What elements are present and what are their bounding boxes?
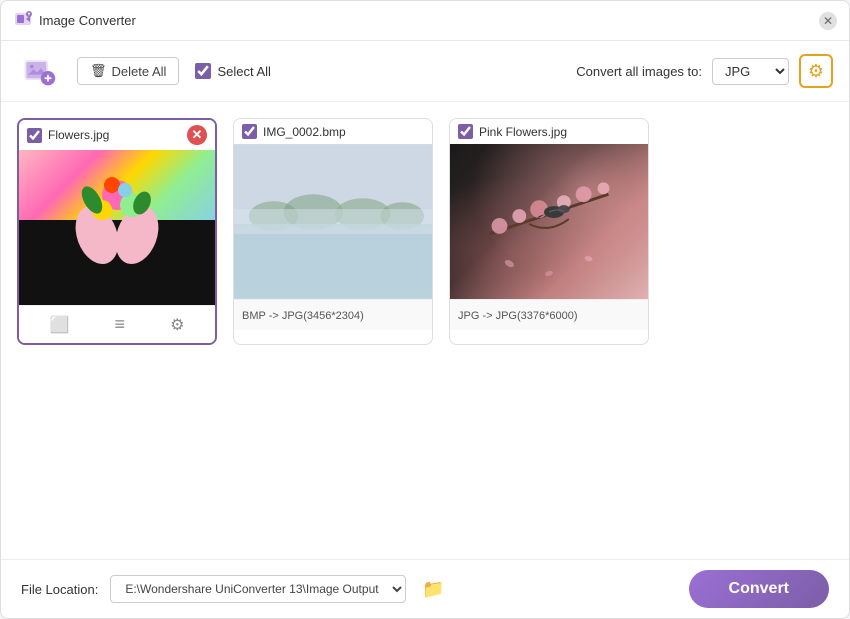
app-icon — [13, 9, 33, 32]
folder-icon: 📁 — [422, 579, 444, 600]
card-checkbox-pink[interactable] — [458, 124, 473, 139]
adjust-action[interactable]: ≡ — [109, 312, 132, 337]
card-title-flowers: Flowers.jpg — [48, 128, 181, 142]
card-title-bmp: IMG_0002.bmp — [263, 125, 424, 139]
delete-all-button[interactable]: 🗑 Delete All — [77, 57, 179, 85]
file-path-select[interactable]: E:\Wondershare UniConverter 13\Image Out… — [110, 575, 406, 603]
main-content: Flowers.jpg ✕ — [1, 102, 849, 559]
select-all-label: Select All — [217, 64, 270, 79]
card-header-bmp: IMG_0002.bmp — [234, 119, 432, 144]
app-window: Image Converter ✕ 🗑 Delete All Select Al… — [0, 0, 850, 619]
card-delete-flowers[interactable]: ✕ — [187, 125, 207, 145]
footer: File Location: E:\Wondershare UniConvert… — [1, 559, 849, 618]
image-card-pink: Pink Flowers.jpg — [449, 118, 649, 345]
card-image-bmp — [234, 144, 432, 299]
title-bar: Image Converter ✕ — [1, 1, 849, 41]
card-conversion-bmp: BMP -> JPG(3456*2304) — [242, 310, 364, 322]
format-select[interactable]: JPG PNG BMP TIFF WEBP GIF — [712, 58, 789, 85]
toolbar: 🗑 Delete All Select All Convert all imag… — [1, 41, 849, 102]
card-title-pink: Pink Flowers.jpg — [479, 125, 640, 139]
card-header-flowers: Flowers.jpg ✕ — [19, 120, 215, 150]
settings-action[interactable]: ⚙ — [164, 313, 190, 337]
open-folder-button[interactable]: 📁 — [418, 574, 448, 604]
delete-all-label: Delete All — [112, 64, 167, 79]
card-image-flowers — [19, 150, 215, 305]
toolbar-right: Convert all images to: JPG PNG BMP TIFF … — [576, 54, 833, 88]
card-info-bmp: BMP -> JPG(3456*2304) — [234, 299, 432, 330]
settings-button[interactable]: ⚙ — [799, 54, 833, 88]
gear-icon: ⚙ — [808, 61, 824, 82]
image-card-bmp: IMG_0002.bmp — [233, 118, 433, 345]
card-checkbox-flowers[interactable] — [27, 128, 42, 143]
card-info-pink: JPG -> JPG(3376*6000) — [450, 299, 648, 330]
add-image-button[interactable] — [17, 49, 61, 93]
card-image-pink — [450, 144, 648, 299]
trash-icon: 🗑 — [90, 63, 107, 79]
crop-action[interactable]: ⬜ — [44, 313, 76, 337]
images-grid: Flowers.jpg ✕ — [17, 118, 833, 345]
convert-button[interactable]: Convert — [689, 570, 829, 608]
image-card-flowers: Flowers.jpg ✕ — [17, 118, 217, 345]
select-all-area[interactable]: Select All — [195, 63, 270, 79]
select-all-checkbox[interactable] — [195, 63, 211, 79]
title-bar-left: Image Converter — [13, 9, 136, 32]
window-title: Image Converter — [39, 13, 136, 28]
close-button[interactable]: ✕ — [819, 12, 837, 30]
card-footer-flowers: ⬜ ≡ ⚙ — [19, 305, 215, 343]
convert-all-label: Convert all images to: — [576, 64, 702, 79]
card-header-pink: Pink Flowers.jpg — [450, 119, 648, 144]
card-checkbox-bmp[interactable] — [242, 124, 257, 139]
card-conversion-pink: JPG -> JPG(3376*6000) — [458, 310, 578, 322]
file-location-label: File Location: — [21, 582, 98, 597]
